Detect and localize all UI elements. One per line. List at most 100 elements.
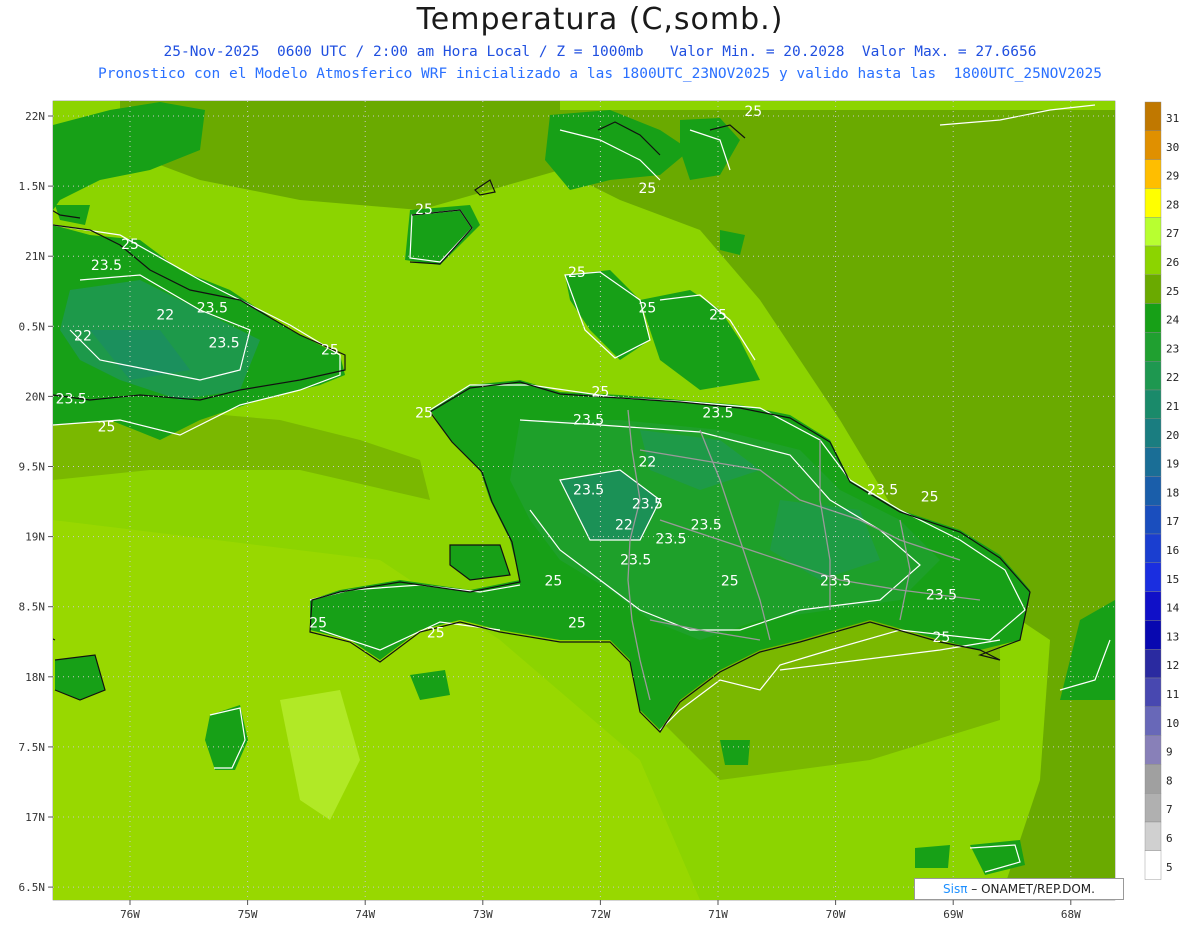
colorbar-swatch [1144, 188, 1162, 218]
colorbar-label: 22 [1166, 371, 1179, 384]
lon-tick-label: 71W [708, 908, 728, 921]
colorbar-label: 30 [1166, 141, 1179, 154]
lat-tick-label: 9.5N [19, 461, 46, 474]
colorbar-label: 21 [1166, 400, 1179, 413]
lat-tick-label: 20N [25, 390, 45, 403]
colorbar-label: 16 [1166, 544, 1179, 557]
colorbar-label: 20 [1166, 429, 1179, 442]
contour-label: 25 [568, 616, 586, 632]
colorbar-label: 19 [1166, 458, 1179, 471]
contour-label: 25 [744, 104, 762, 120]
lat-tick-label: 1.5N [19, 180, 46, 193]
contour-label: 22 [156, 307, 174, 323]
colorbar-label: 13 [1166, 630, 1179, 643]
contour-label: 23.5 [208, 335, 239, 351]
colorbar-swatch [1144, 274, 1162, 304]
lat-tick-label: 8.5N [19, 601, 46, 614]
colorbar-swatch [1144, 706, 1162, 736]
colorbar-label: 31 [1166, 112, 1179, 125]
contour-label: 25 [921, 490, 939, 506]
colorbar-swatch [1144, 850, 1162, 880]
colorbar-label: 24 [1166, 314, 1180, 327]
contour-label: 23.5 [620, 553, 651, 569]
contour-label: 25 [121, 237, 139, 253]
contour-label: 25 [639, 300, 657, 316]
colorbar-swatch [1144, 332, 1162, 362]
contour-label: 25 [709, 307, 727, 323]
contour-label: 25 [591, 384, 609, 400]
lon-tick-label: 68W [1061, 908, 1081, 921]
credit-text: – ONAMET/REP.DOM. [971, 882, 1095, 896]
temperature-map: 25 25 25 25 23.5 22 23.5 22 23.5 25 23.5 25 25 25 25 25… [19, 100, 1180, 921]
lon-tick-label: 75W [238, 908, 258, 921]
contour-label: 25 [427, 626, 445, 642]
colorbar-label: 18 [1166, 486, 1179, 499]
colorbar-swatch [1144, 216, 1162, 247]
contour-label: 25 [415, 405, 433, 421]
colorbar-label: 26 [1166, 256, 1179, 269]
contour-label: 23.5 [867, 483, 898, 499]
colorbar-swatch [1144, 649, 1162, 679]
credit-brand: Sisπ [943, 882, 968, 896]
lon-tick-label: 69W [943, 908, 963, 921]
colorbar-swatch [1144, 245, 1162, 275]
colorbar-label: 17 [1166, 515, 1179, 528]
colorbar-swatch [1144, 476, 1162, 506]
colorbar-label: 25 [1166, 285, 1179, 298]
contour-label: 23.5 [655, 532, 686, 548]
colorbar-swatch [1144, 562, 1162, 592]
lon-tick-label: 72W [590, 908, 610, 921]
contour-label: 22 [639, 455, 657, 471]
lat-tick-label: 22N [25, 110, 45, 123]
colorbar-swatch [1144, 764, 1162, 794]
colorbar-swatch [1144, 677, 1162, 707]
contour-label: 23.5 [573, 412, 604, 428]
contour-label: 25 [309, 616, 327, 632]
colorbar-label: 9 [1166, 746, 1173, 759]
colorbar-swatch [1144, 620, 1162, 650]
colorbar-label: 8 [1166, 774, 1173, 787]
contour-label: 25 [721, 574, 739, 590]
contour-label: 25 [321, 342, 339, 358]
contour-label: 23.5 [926, 588, 957, 604]
colorbar-swatch [1144, 447, 1162, 477]
colorbar-swatch [1144, 101, 1162, 131]
colorbar-swatch [1144, 361, 1162, 391]
lon-tick-label: 74W [355, 908, 375, 921]
contour-label: 23.5 [691, 518, 722, 534]
colorbar-label: 10 [1166, 717, 1179, 730]
colorbar-swatch [1144, 735, 1162, 765]
colorbar-swatch [1144, 389, 1162, 419]
colorbar-label: 5 [1166, 861, 1173, 874]
colorbar-label: 28 [1166, 198, 1179, 211]
lat-tick-label: 6.5N [19, 881, 46, 894]
colorbar-label: 27 [1166, 227, 1179, 240]
contour-label: 25 [98, 419, 116, 435]
contour-label: 23.5 [197, 300, 228, 316]
colorbar-swatch [1144, 793, 1162, 823]
colorbar-label: 14 [1166, 602, 1180, 615]
colorbar: 31 30 29 28 27 26 25 24 23 22 21 20 19 18 17 16 15 14 13 12… [1144, 101, 1180, 880]
colorbar-label: 12 [1166, 659, 1179, 672]
colorbar-swatch [1144, 159, 1162, 189]
contour-label: 23.5 [632, 497, 663, 513]
colorbar-swatch [1144, 591, 1162, 621]
lon-tick-label: 76W [120, 908, 140, 921]
contour-label: 25 [415, 202, 433, 218]
colorbar-label: 23 [1166, 342, 1179, 355]
contour-label: 22 [74, 328, 92, 344]
contour-label: 23.5 [702, 405, 733, 421]
contour-label: 23.5 [820, 574, 851, 590]
lat-tick-label: 18N [25, 671, 45, 684]
contour-label: 23.5 [56, 391, 87, 407]
contour-label: 25 [933, 630, 951, 646]
lon-tick-label: 73W [473, 908, 493, 921]
colorbar-swatch [1144, 821, 1162, 851]
lat-tick-label: 7.5N [19, 741, 46, 754]
contour-label: 25 [544, 574, 562, 590]
lat-tick-label: 21N [25, 250, 45, 263]
colorbar-swatch [1144, 533, 1162, 563]
colorbar-label: 15 [1166, 573, 1179, 586]
credit-box: Sisπ – ONAMET/REP.DOM. [914, 878, 1124, 900]
lat-tick-label: 0.5N [19, 320, 46, 333]
